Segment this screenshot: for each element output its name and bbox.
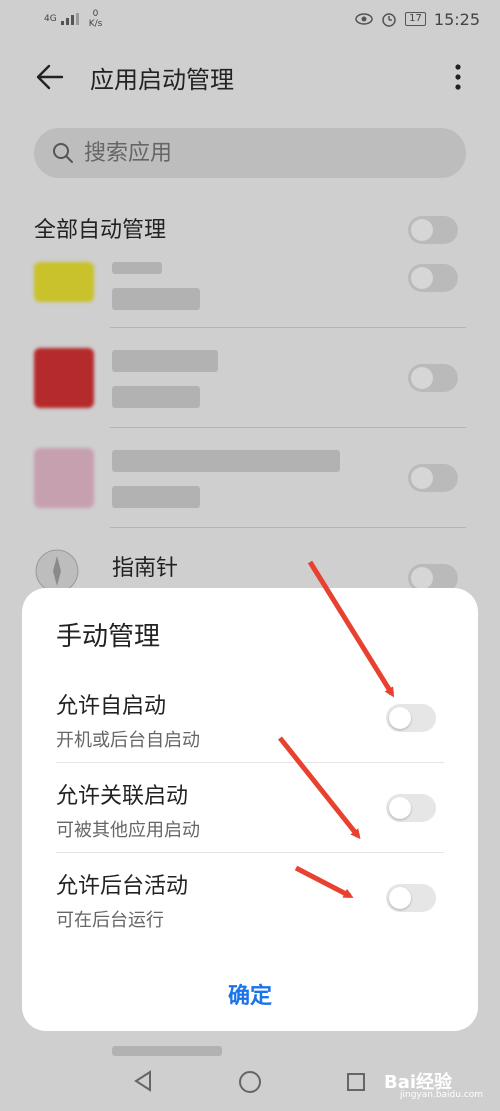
arrow xyxy=(307,560,395,698)
baidu-watermark-url: jingyan.baidu.com xyxy=(400,1090,484,1100)
nav-home-icon[interactable] xyxy=(238,1070,262,1094)
annotation-arrows xyxy=(278,560,395,899)
nav-bar: Bai经验 jingyan.baidu.com xyxy=(0,1058,500,1111)
nav-recent-icon[interactable] xyxy=(346,1072,366,1092)
arrow xyxy=(294,865,354,899)
arrow xyxy=(278,736,361,840)
blurred-app-name xyxy=(112,1046,222,1056)
nav-back-icon[interactable] xyxy=(132,1070,154,1092)
